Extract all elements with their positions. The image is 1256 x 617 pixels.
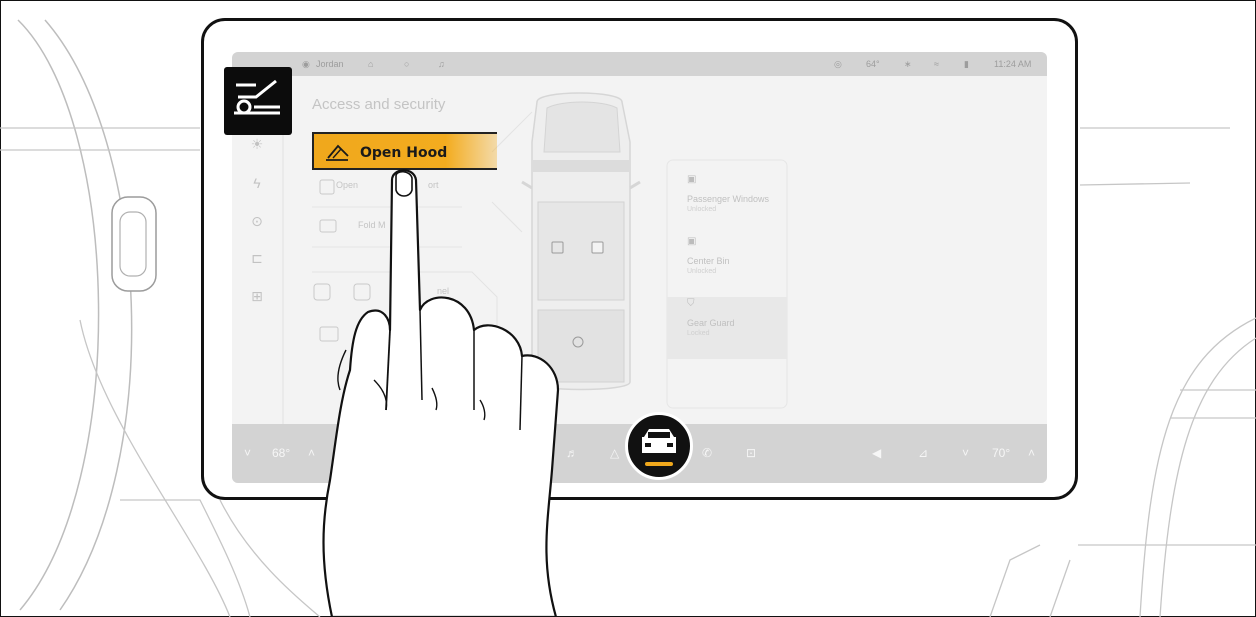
hand-illustration <box>322 169 560 617</box>
illustration: ◉ Jordan ⌂ ○ ♫ ◎ 64° ∗ ≈ ▮ 11:24 AM ☀ ϟ … <box>0 0 1256 617</box>
